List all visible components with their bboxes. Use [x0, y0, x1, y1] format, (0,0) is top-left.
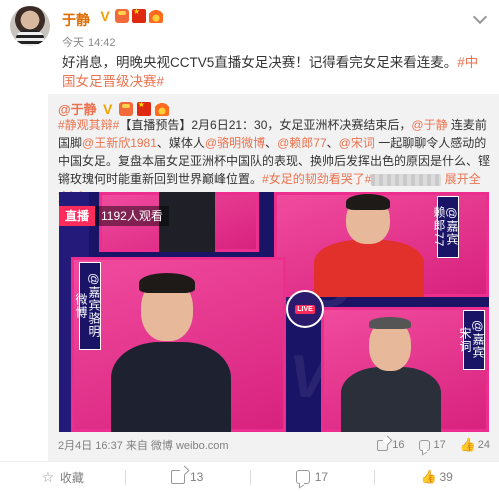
repost-time[interactable]: 2月4日 16:37 来自 微博 weibo.com — [58, 437, 377, 453]
post-timestamp[interactable]: 今天 14:42 — [62, 34, 116, 50]
guest-panel-left — [71, 257, 286, 432]
live-status-chip: 直播 1192人观看 — [59, 206, 169, 226]
like-count: 39 — [439, 470, 453, 484]
like-count: 24 — [477, 439, 490, 451]
post-text-main: 好消息，明晚央视CCTV5直播女足决赛！记得看完女足来看连麦。 — [62, 55, 458, 70]
repost-footer: 2月4日 16:37 来自 微博 weibo.com 16 17 👍 24 — [58, 437, 490, 453]
avatar-figure — [16, 30, 44, 46]
membership-icon — [115, 9, 129, 23]
like-icon: 👍 — [420, 469, 437, 484]
mention-link[interactable]: @于静 — [411, 118, 447, 132]
china-flag-icon — [136, 100, 151, 116]
viewer-count: 1192人观看 — [95, 206, 169, 226]
guest-role: 嘉宾 — [445, 220, 459, 247]
guest-label-right-bottom: @嘉宾宋词 — [458, 310, 485, 370]
like-button[interactable]: 👍 39 — [374, 462, 499, 492]
repost-card[interactable]: @于静 V #静观其辩#【直播预告】2月6日21：30，女足亚洲杯决赛结束后， @… — [48, 94, 499, 492]
repost-stats: 16 17 👍 24 — [377, 437, 490, 453]
favorite-button[interactable]: ☆ 收藏 — [0, 462, 125, 492]
live-play-button[interactable]: LIVE — [286, 290, 324, 328]
forward-count: 16 — [392, 439, 405, 451]
like-icon: 👍 — [459, 437, 476, 452]
chevron-down-icon[interactable] — [472, 9, 488, 25]
comment-count: 17 — [433, 439, 446, 451]
forward-count: 13 — [189, 470, 204, 484]
timestamp-day: 今天 — [62, 37, 84, 49]
body-text: 、 — [265, 136, 278, 150]
post-text: 好消息，明晚央视CCTV5直播女足决赛！记得看完女足来看连麦。#中国女足晋级决赛… — [62, 53, 487, 91]
forward-icon — [377, 439, 389, 451]
guest-label-right-top: @嘉宾赖郎77 — [432, 196, 459, 258]
blurred-text — [371, 173, 442, 186]
china-flag-icon — [132, 7, 146, 23]
forward-icon — [170, 470, 185, 484]
live-button-label: LIVE — [295, 304, 315, 314]
verified-v-icon: V — [103, 100, 113, 117]
guest-at: @ — [471, 320, 485, 334]
verified-v-icon: V — [100, 8, 110, 24]
guest-role: 嘉宾 — [471, 333, 485, 360]
person-figure — [346, 194, 390, 210]
mention-link[interactable]: @骆明微博 — [205, 136, 265, 150]
guest-name: 赖郎77 — [432, 206, 446, 248]
favorite-label: 收藏 — [59, 470, 84, 485]
fire-icon — [154, 101, 169, 116]
comment-icon — [295, 470, 310, 484]
topic-link[interactable]: #静观其辩# — [58, 118, 119, 132]
comment-button[interactable]: 17 — [249, 462, 375, 492]
live-stream-poster[interactable]: VIVO VIVO @嘉宾赖郎77 直播 1192人观看 — [59, 192, 489, 432]
body-text: 、媒体人 — [156, 136, 205, 150]
forward-button[interactable]: 13 — [124, 462, 250, 492]
comment-icon — [418, 439, 430, 451]
author-name[interactable]: 于静 — [62, 10, 90, 30]
action-bar: ☆ 收藏 13 17 👍 39 — [0, 461, 499, 492]
star-icon: ☆ — [41, 469, 55, 485]
repost-like[interactable]: 👍 24 — [460, 437, 490, 453]
guest-role: 嘉宾 — [87, 286, 101, 313]
person-figure — [111, 342, 231, 432]
hashtag-link[interactable]: #女足的韧劲看哭了# — [262, 172, 371, 186]
live-tag: 直播 — [59, 206, 96, 226]
guest-at: @ — [445, 207, 459, 221]
comment-count: 17 — [314, 470, 329, 484]
body-text: 【直播预告】2月6日21：30，女足亚洲杯决赛结束后， — [119, 118, 412, 132]
guest-label-left: @嘉宾骆明微博 — [74, 262, 101, 350]
guest-name: 宋词 — [458, 327, 472, 353]
repost-forward[interactable]: 16 — [377, 437, 405, 453]
membership-icon — [118, 101, 133, 116]
person-figure — [341, 367, 441, 432]
person-figure — [139, 273, 195, 293]
mention-link[interactable]: @宋词 — [339, 136, 375, 150]
fire-icon — [149, 9, 163, 23]
post-header: 于静 V 今天 14:42 — [0, 0, 499, 52]
guest-at: @ — [87, 273, 101, 287]
mention-link[interactable]: @赖郎77 — [277, 136, 327, 150]
avatar[interactable] — [10, 6, 50, 46]
author-badges: V — [98, 7, 163, 24]
timestamp-time: 14:42 — [88, 37, 116, 49]
person-figure — [369, 317, 411, 329]
repost-comment[interactable]: 17 — [418, 437, 446, 453]
body-text: 、 — [326, 136, 339, 150]
person-figure — [314, 240, 424, 297]
mention-link[interactable]: @王新欣1981 — [82, 136, 157, 150]
